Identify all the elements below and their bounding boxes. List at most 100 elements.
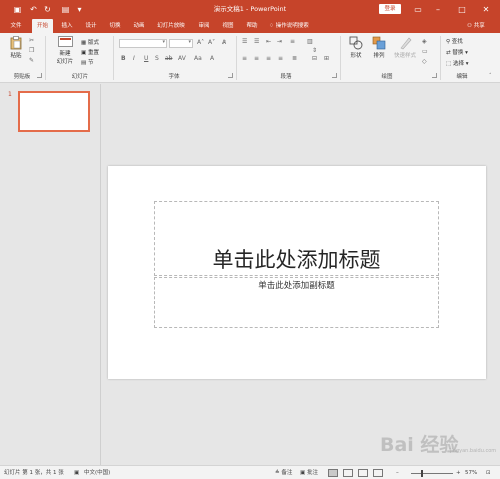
layout-button[interactable]: ▦ 版式: [81, 38, 99, 46]
reset-button[interactable]: ▣ 重置: [81, 48, 99, 56]
undo-icon[interactable]: ↶: [28, 4, 39, 15]
present-icon[interactable]: ▤: [60, 4, 71, 15]
bold-icon[interactable]: B: [121, 55, 126, 62]
smartart-icon[interactable]: ⊞: [324, 55, 329, 62]
shadow-icon[interactable]: S: [155, 55, 159, 62]
minimize-icon[interactable]: –: [428, 0, 448, 19]
font-name-combo[interactable]: [119, 39, 167, 48]
tab-insert[interactable]: 插入: [57, 19, 77, 33]
shape-effects-icon[interactable]: ◇: [422, 58, 427, 65]
character-spacing-icon[interactable]: AV: [178, 55, 186, 62]
drawing-launcher-icon[interactable]: [432, 73, 437, 78]
distributed-icon[interactable]: ≣: [292, 55, 297, 62]
tab-transitions[interactable]: 切换: [105, 19, 125, 33]
shrink-font-icon[interactable]: A˅: [208, 39, 215, 46]
paste-button[interactable]: 粘贴: [7, 36, 25, 59]
comments-label: 批注: [306, 470, 318, 476]
section-button[interactable]: ▤ 节: [81, 58, 93, 66]
align-left-icon[interactable]: ≡: [242, 55, 247, 62]
font-size-combo[interactable]: [169, 39, 193, 48]
justify-icon[interactable]: ≡: [278, 55, 283, 62]
text-direction-icon[interactable]: ⇕: [312, 47, 317, 54]
slide-sorter-view-icon[interactable]: [343, 469, 353, 477]
share-button[interactable]: ⚇ 共享: [467, 19, 485, 33]
fit-to-window-icon[interactable]: ⊡: [486, 466, 491, 479]
numbering-icon[interactable]: ☰: [254, 38, 259, 45]
notes-button[interactable]: ≙ 备注: [275, 466, 292, 479]
redo-icon[interactable]: ↻: [42, 4, 53, 15]
align-center-icon[interactable]: ≡: [254, 55, 259, 62]
tab-slideshow[interactable]: 幻灯片放映: [152, 19, 190, 33]
clipboard-launcher-icon[interactable]: [37, 73, 42, 78]
title-placeholder-text: 单击此处添加标题: [212, 248, 381, 272]
watermark-brand: Bai 经验: [380, 434, 459, 456]
replace-button[interactable]: ⇄ 替换 ▾: [446, 48, 468, 56]
line-spacing-icon[interactable]: ≡: [290, 38, 295, 45]
copy-icon[interactable]: ❐: [29, 47, 34, 54]
quick-styles-button[interactable]: 快速样式: [391, 36, 419, 59]
new-slide-button[interactable]: 新建 幻灯片: [53, 36, 77, 65]
tab-view[interactable]: 视图: [218, 19, 238, 33]
underline-icon[interactable]: U: [144, 55, 148, 62]
clear-formatting-icon[interactable]: A̷: [222, 39, 226, 46]
replace-label: 替换: [452, 50, 464, 56]
subtitle-placeholder-text: 单击此处添加副标题: [258, 281, 335, 291]
decrease-indent-icon[interactable]: ⇤: [266, 38, 271, 45]
customize-qat-icon[interactable]: ▾: [74, 4, 85, 15]
group-label-editing: 编辑: [456, 74, 468, 80]
align-right-icon[interactable]: ≡: [266, 55, 271, 62]
ribbon-display-options-icon[interactable]: ▭: [408, 0, 428, 19]
slide-thumbnails-pane: [0, 84, 101, 465]
maximize-icon[interactable]: □: [452, 0, 472, 19]
group-label-paragraph: 段落: [280, 74, 292, 80]
comments-button[interactable]: ▣ 批注: [300, 466, 318, 479]
language-indicator[interactable]: 中文(中国): [84, 466, 110, 479]
collapse-ribbon-icon[interactable]: ˄: [489, 73, 492, 79]
tab-home[interactable]: 开始: [32, 19, 53, 33]
select-button[interactable]: ⬚ 选择 ▾: [446, 59, 468, 67]
zoom-out-icon[interactable]: –: [396, 466, 399, 479]
strikethrough-icon[interactable]: ab: [165, 55, 173, 62]
font-color-icon[interactable]: A: [210, 55, 214, 62]
slide-thumbnail[interactable]: [18, 91, 90, 132]
tab-review[interactable]: 审阅: [194, 19, 214, 33]
login-button[interactable]: 登录: [379, 4, 401, 14]
watermark: Bai 经验 jingyan.baidu.com: [380, 426, 496, 460]
group-label-drawing: 绘图: [381, 74, 393, 80]
find-button[interactable]: ⚲ 查找: [446, 37, 463, 45]
grow-font-icon[interactable]: A˄: [197, 39, 204, 46]
bullets-icon[interactable]: ☰: [242, 38, 247, 45]
format-painter-icon[interactable]: ✎: [29, 57, 34, 64]
reset-label: 重置: [87, 50, 99, 56]
tell-me-search[interactable]: ♢ 操作说明搜索: [269, 19, 309, 33]
close-icon[interactable]: ✕: [476, 0, 496, 19]
slideshow-view-icon[interactable]: [373, 469, 383, 477]
reading-view-icon[interactable]: [358, 469, 368, 477]
arrange-button[interactable]: 排列: [369, 36, 389, 59]
person-icon: ⚇: [467, 23, 474, 29]
tab-design[interactable]: 设计: [81, 19, 101, 33]
increase-indent-icon[interactable]: ⇥: [277, 38, 282, 45]
paragraph-launcher-icon[interactable]: [332, 73, 337, 78]
new-slide-icon: [57, 36, 73, 47]
shapes-button[interactable]: 形状: [346, 36, 366, 59]
tab-help[interactable]: 帮助: [242, 19, 262, 33]
zoom-slider[interactable]: [411, 473, 453, 474]
tab-animations[interactable]: 动画: [129, 19, 149, 33]
shape-fill-icon[interactable]: ◈: [422, 38, 427, 45]
shape-outline-icon[interactable]: ▭: [422, 48, 428, 55]
zoom-in-icon[interactable]: +: [456, 466, 461, 479]
align-text-icon[interactable]: ⊟: [312, 55, 317, 62]
cut-icon[interactable]: ✂: [29, 37, 34, 44]
select-label: 选择: [452, 61, 464, 67]
save-icon[interactable]: ▣: [12, 4, 23, 15]
zoom-level[interactable]: 57%: [465, 466, 477, 479]
italic-icon[interactable]: I: [133, 55, 135, 62]
spell-check-icon[interactable]: ▣: [74, 466, 79, 479]
zoom-slider-thumb[interactable]: [420, 470, 423, 477]
normal-view-icon[interactable]: [328, 469, 338, 477]
change-case-icon[interactable]: Aa: [194, 55, 202, 62]
tab-file[interactable]: 文件: [6, 19, 26, 33]
font-launcher-icon[interactable]: [228, 73, 233, 78]
columns-icon[interactable]: ▥: [307, 38, 313, 45]
